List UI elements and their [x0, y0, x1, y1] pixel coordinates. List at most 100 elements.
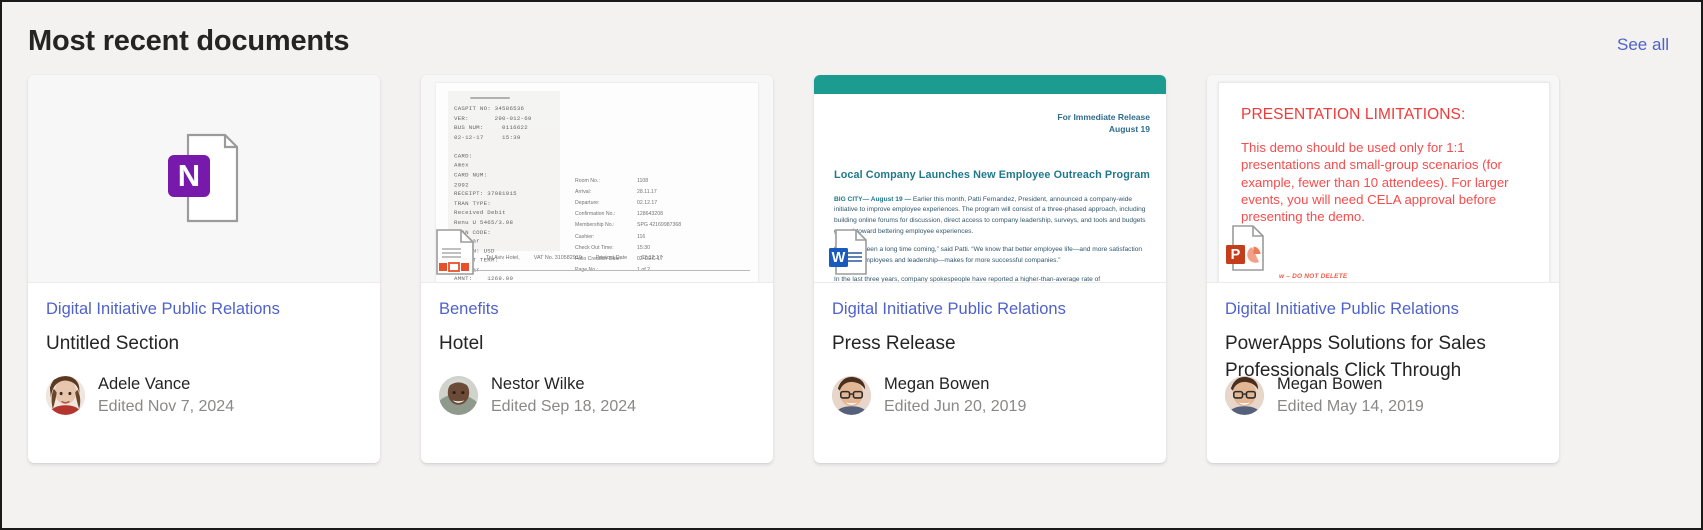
- card-thumbnail-word: For Immediate Release August 19 Local Co…: [814, 74, 1166, 283]
- card-site-link[interactable]: Benefits: [439, 299, 755, 320]
- press-release-headline: Local Company Launches New Employee Outr…: [834, 168, 1150, 181]
- receipt-row-label: Confirmation No.:: [575, 211, 616, 218]
- receipt-scan-line: [470, 96, 510, 100]
- receipt-row-label: Cashier:: [575, 233, 595, 240]
- card-author-block: Megan Bowen Edited May 14, 2019: [1277, 375, 1424, 416]
- svg-text:N: N: [178, 158, 200, 193]
- receipt-row: Check Out Time: 15:30: [575, 243, 750, 254]
- document-card[interactable]: CASPIT NO: 34586536 VER: 290-012-69 BUS …: [421, 74, 773, 463]
- press-release-paragraph: BIG CITY— August 19 — Earlier this month…: [834, 195, 1152, 238]
- avatar: [1225, 375, 1264, 415]
- slide-note: w – DO NOT DELETE: [1279, 272, 1348, 280]
- page-title: Most recent documents: [28, 25, 350, 57]
- card-footer: Adele Vance Edited Nov 7, 2024: [46, 375, 362, 416]
- powerpoint-slide-preview: PRESENTATION LIMITATIONS: This demo shou…: [1218, 81, 1550, 282]
- document-card[interactable]: For Immediate Release August 19 Local Co…: [814, 74, 1166, 463]
- receipt-footer-line: Tel Aviv Hotel, VAT No. 310582919 Printo…: [486, 255, 750, 261]
- file-type-badge-powerpoint: P: [1225, 224, 1265, 272]
- card-thumbnail-powerpoint: PRESENTATION LIMITATIONS: This demo shou…: [1207, 74, 1559, 283]
- card-thumbnail-receipt: CASPIT NO: 34586536 VER: 290-012-69 BUS …: [421, 74, 773, 283]
- receipt-detail-rows: Room No.: 1108 Arrival: 28.11.17 Departure…: [575, 176, 750, 277]
- card-footer: Megan Bowen Edited May 14, 2019: [1225, 375, 1541, 416]
- file-type-badge-word: W: [828, 228, 868, 276]
- receipt-row-value: 128643208: [637, 211, 663, 218]
- receipt-row: Membership No.: SPG 42169987368: [575, 220, 750, 231]
- card-thumbnail-onenote: N: [28, 74, 380, 283]
- card-footer: Nestor Wilke Edited Sep 18, 2024: [439, 375, 755, 416]
- card-footer: Megan Bowen Edited Jun 20, 2019: [832, 375, 1148, 416]
- receipt-row-value: 15:30: [637, 244, 650, 251]
- card-author-name: Megan Bowen: [884, 374, 990, 393]
- generic-document-icon: [436, 228, 474, 275]
- card-author-block: Adele Vance Edited Nov 7, 2024: [98, 375, 234, 416]
- word-banner: [814, 74, 1166, 94]
- receipt-row-value: SPG 42169987368: [637, 222, 682, 229]
- document-card[interactable]: PRESENTATION LIMITATIONS: This demo shou…: [1207, 74, 1559, 463]
- card-edited-date: Edited May 14, 2019: [1277, 397, 1424, 415]
- card-site-link[interactable]: Digital Initiative Public Relations: [46, 299, 362, 320]
- card-author-name: Nestor Wilke: [491, 374, 585, 393]
- card-edited-date: Edited Sep 18, 2024: [491, 397, 637, 415]
- press-release-immediate-line: For Immediate Release: [1057, 111, 1150, 122]
- section-header: Most recent documents See all: [2, 2, 1701, 59]
- receipt-row: Departure: 02.12.17: [575, 198, 750, 209]
- onenote-notebook-icon: N: [168, 134, 239, 223]
- receipt-row: Cashier: 116: [575, 232, 750, 243]
- receipt-row-label: Departure:: [575, 200, 600, 207]
- receipt-row-value: 1108: [637, 177, 649, 184]
- card-document-title: Hotel: [439, 333, 484, 355]
- receipt-footer-item: Printout Date: [595, 254, 628, 261]
- documents-card-list: N Digital Initiative Public Relations Un…: [2, 59, 1701, 463]
- card-author-block: Nestor Wilke Edited Sep 18, 2024: [491, 375, 636, 416]
- avatar: [832, 375, 871, 415]
- receipt-row: Arrival: 28.11.17: [575, 187, 750, 198]
- card-edited-date: Edited Jun 20, 2019: [884, 397, 1027, 415]
- receipt-divider: [446, 269, 750, 271]
- press-release-dateline: For Immediate Release August 19: [1057, 111, 1150, 136]
- avatar-photo-adele-vance: [46, 375, 85, 415]
- card-author-name: Megan Bowen: [1277, 374, 1383, 393]
- document-card[interactable]: N Digital Initiative Public Relations Un…: [28, 74, 380, 463]
- press-release-date-line: August 19: [1108, 124, 1150, 135]
- receipt-row-label: Check Out Time:: [575, 244, 614, 251]
- receipt-footer-item: 02.12.17: [641, 254, 663, 261]
- receipt-row: Room No.: 1108: [575, 176, 750, 187]
- card-edited-date: Edited Nov 7, 2024: [98, 397, 235, 415]
- card-site-link[interactable]: Digital Initiative Public Relations: [832, 299, 1148, 320]
- powerpoint-document-icon: P: [1226, 224, 1264, 271]
- slide-title: PRESENTATION LIMITATIONS:: [1241, 105, 1466, 123]
- word-document-icon: W: [829, 228, 867, 275]
- svg-text:W: W: [832, 250, 846, 266]
- card-body: Digital Initiative Public Relations Pres…: [814, 283, 1166, 463]
- press-release-lead: BIG CITY— August 19 —: [834, 195, 912, 203]
- receipt-row-label: Membership No.:: [575, 222, 615, 229]
- card-document-title: Press Release: [832, 333, 956, 355]
- card-body: Digital Initiative Public Relations Unti…: [28, 283, 380, 463]
- card-site-link[interactable]: Digital Initiative Public Relations: [1225, 299, 1541, 320]
- receipt-row: Confirmation No.: 128643208: [575, 209, 750, 220]
- receipt-row-label: Arrival:: [575, 188, 592, 195]
- avatar: [46, 375, 85, 415]
- card-document-title: Untitled Section: [46, 333, 180, 355]
- onenote-placeholder-icon: N: [28, 74, 380, 282]
- press-release-para2: “This has been a long time coming,” said…: [834, 246, 1143, 265]
- file-type-badge-generic: [435, 228, 475, 276]
- receipt-row-value: 02.12.17: [637, 200, 658, 207]
- receipt-footer-item: VAT No. 310582919: [533, 254, 582, 261]
- receipt-row-value: 116: [637, 233, 646, 240]
- most-recent-documents-section: Most recent documents See all N Digital …: [2, 2, 1701, 528]
- card-author-block: Megan Bowen Edited Jun 20, 2019: [884, 375, 1026, 416]
- card-body: Digital Initiative Public Relations Powe…: [1207, 283, 1559, 463]
- see-all-link[interactable]: See all: [1617, 35, 1671, 55]
- card-body: Benefits Hotel Nestor Wilke Edited Sep 1…: [421, 283, 773, 463]
- avatar-photo-nestor-wilke: [439, 375, 478, 415]
- press-release-body: BIG CITY— August 19 — Earlier this month…: [834, 195, 1152, 282]
- card-author-name: Adele Vance: [98, 374, 191, 393]
- svg-text:P: P: [1231, 247, 1241, 263]
- slide-body: This demo should be used only for 1:1 pr…: [1241, 139, 1509, 225]
- scanned-receipt-preview: CASPIT NO: 34586536 VER: 290-012-69 BUS …: [436, 82, 758, 282]
- avatar-photo-megan-bowen: [832, 375, 871, 415]
- avatar: [439, 375, 478, 415]
- avatar-photo-megan-bowen: [1225, 375, 1264, 415]
- receipt-row-label: Room No.:: [575, 177, 600, 184]
